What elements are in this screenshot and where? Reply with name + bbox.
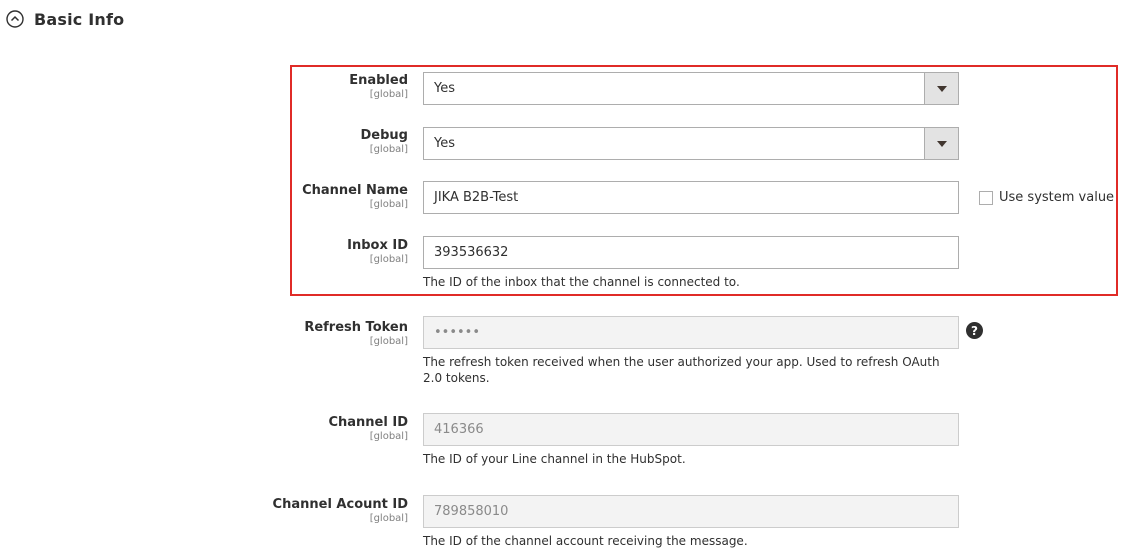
channel-name-input[interactable]: JIKA B2B-Test [423,181,959,214]
scope-text: [global] [369,199,408,210]
field-label-refresh-token: Refresh Token [global] [304,320,408,348]
channel-id-value: 416366 [434,422,484,437]
use-system-value-checkbox[interactable]: Use system value [979,190,1114,205]
refresh-token-input[interactable]: •••••• [423,316,959,349]
channel-name-value: JIKA B2B-Test [434,190,519,205]
chevron-up-circle-icon[interactable] [6,10,24,28]
channel-account-id-value: 789858010 [434,504,509,519]
inbox-id-input[interactable]: 393536632 [423,236,959,269]
section-header[interactable]: Basic Info [6,8,124,30]
field-label-channel-name: Channel Name [global] [302,183,408,211]
refresh-token-note: The refresh token received when the user… [423,355,940,385]
field-label-inbox-id: Inbox ID [global] [347,238,408,266]
field-label-channel-id: Channel ID [global] [328,415,408,443]
field-label-enabled: Enabled [global] [349,73,408,101]
label-text: Debug [360,128,408,143]
help-icon[interactable]: ? [966,322,983,339]
channel-account-id-note: The ID of the channel account receiving … [423,534,748,548]
field-label-channel-account-id: Channel Acount ID [global] [273,497,408,525]
label-text: Channel Acount ID [272,497,408,512]
use-system-value-label: Use system value [999,190,1115,205]
channel-account-id-input[interactable]: 789858010 [423,495,959,528]
select-arrow-icon[interactable] [924,73,958,104]
inbox-id-note: The ID of the inbox that the channel is … [423,275,740,289]
scope-text: [global] [369,89,408,100]
label-text: Channel ID [328,415,408,430]
enabled-select-value: Yes [434,81,455,96]
label-text: Channel Name [302,183,408,198]
scope-text: [global] [369,431,408,442]
channel-id-note: The ID of your Line channel in the HubSp… [423,452,686,466]
scope-text: [global] [369,336,408,347]
inbox-id-value: 393536632 [434,245,509,260]
select-arrow-icon[interactable] [924,128,958,159]
refresh-token-value: •••••• [434,325,481,340]
debug-select-value: Yes [434,136,455,151]
label-text: Inbox ID [347,238,408,253]
section-title: Basic Info [34,9,125,29]
label-text: Enabled [349,73,408,88]
scope-text: [global] [369,513,408,524]
checkbox-box[interactable] [979,190,993,205]
enabled-select[interactable]: Yes [423,72,959,105]
label-text: Refresh Token [304,320,408,335]
debug-select[interactable]: Yes [423,127,959,160]
field-label-debug: Debug [global] [361,128,408,156]
scope-text: [global] [369,144,408,155]
channel-id-input[interactable]: 416366 [423,413,959,446]
scope-text: [global] [369,254,408,265]
